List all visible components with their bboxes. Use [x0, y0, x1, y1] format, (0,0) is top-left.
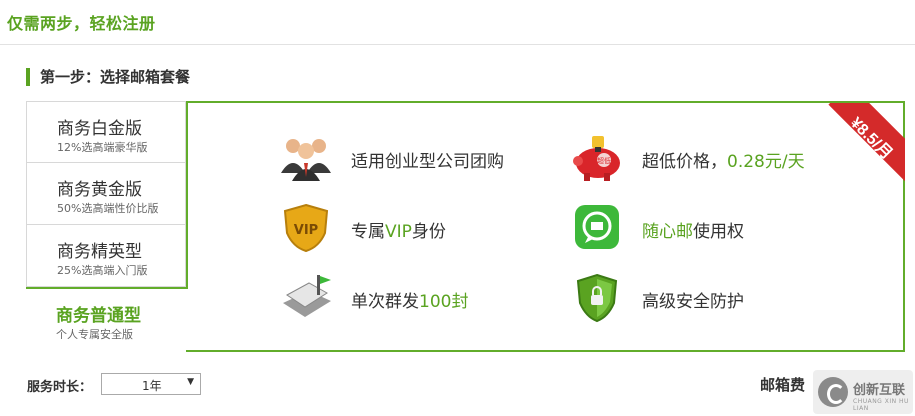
piggy-bank-icon: 超低 — [570, 133, 624, 183]
tab-elite[interactable]: 商务精英型 25%选高端入门版 — [26, 225, 186, 287]
vip-highlight: VIP — [385, 222, 412, 242]
tab-name: 商务黄金版 — [57, 180, 142, 200]
business-people-icon — [279, 133, 333, 183]
suixin-highlight: 随心邮 — [642, 222, 693, 242]
price-ribbon: ¥8.5/月 — [825, 103, 905, 183]
feature-text: 单次群发100封 — [351, 287, 468, 312]
package-tabs: 商务白金版 12%选高端豪华版 商务黄金版 50%选高端性价比版 商务精英型 2… — [26, 101, 188, 353]
text-part: 单次群发 — [351, 292, 419, 312]
feature-text: 适用创业型公司团购 — [351, 152, 504, 172]
feature-text: 高级安全防护 — [642, 292, 744, 312]
svg-text:超低: 超低 — [597, 156, 611, 165]
count-highlight: 100封 — [419, 292, 469, 312]
watermark-subtext: CHUANG XIN HU LIAN — [853, 398, 909, 412]
page-title: 仅需两步，轻松注册 — [7, 14, 156, 33]
svg-text:VIP: VIP — [294, 223, 318, 238]
text-part: 超低价格， — [642, 152, 727, 172]
tab-divider-vertical — [186, 101, 188, 289]
feature-text: 随心邮使用权 — [642, 217, 744, 242]
duration-value: 1年 — [142, 379, 162, 393]
tab-divider — [26, 287, 188, 289]
tab-desc: 12%选高端豪华版 — [57, 141, 148, 154]
feature-text: 专属VIP身份 — [351, 217, 446, 242]
price-highlight: 0.28元/天 — [727, 152, 805, 172]
feature-text: 超低价格，0.28元/天 — [642, 147, 805, 172]
mailbox-icon — [279, 273, 333, 323]
watermark-text: 创新互联 — [853, 383, 906, 398]
logo-icon — [818, 377, 848, 407]
chat-app-icon — [570, 203, 624, 253]
text-part: 专属 — [351, 222, 385, 242]
tab-desc: 25%选高端入门版 — [57, 264, 148, 277]
text-part: 身份 — [411, 222, 446, 242]
tab-desc: 50%选高端性价比版 — [57, 202, 159, 215]
tab-name: 商务白金版 — [57, 119, 142, 139]
tab-desc: 个人专属安全版 — [56, 328, 133, 341]
fee-label: 邮箱费 — [760, 376, 806, 394]
tab-standard[interactable]: 商务普通型 个人专属安全版 — [26, 289, 186, 353]
tab-name: 商务普通型 — [56, 306, 141, 326]
page-header: 仅需两步，轻松注册 — [0, 0, 915, 45]
duration-select[interactable]: 1年 ▼ — [101, 373, 201, 395]
vip-shield-icon: VIP — [279, 203, 333, 253]
security-shield-icon — [570, 273, 624, 323]
tab-gold[interactable]: 商务黄金版 50%选高端性价比版 — [26, 163, 186, 225]
chevron-down-icon: ▼ — [187, 377, 194, 387]
step-one-title: 第一步：选择邮箱套餐 — [26, 68, 190, 86]
watermark-logo: 创新互联 CHUANG XIN HU LIAN — [813, 370, 913, 414]
tab-platinum[interactable]: 商务白金版 12%选高端豪华版 — [26, 101, 186, 163]
tab-name: 商务精英型 — [57, 242, 142, 262]
text-part: 使用权 — [693, 222, 744, 242]
duration-label: 服务时长： — [27, 380, 93, 395]
